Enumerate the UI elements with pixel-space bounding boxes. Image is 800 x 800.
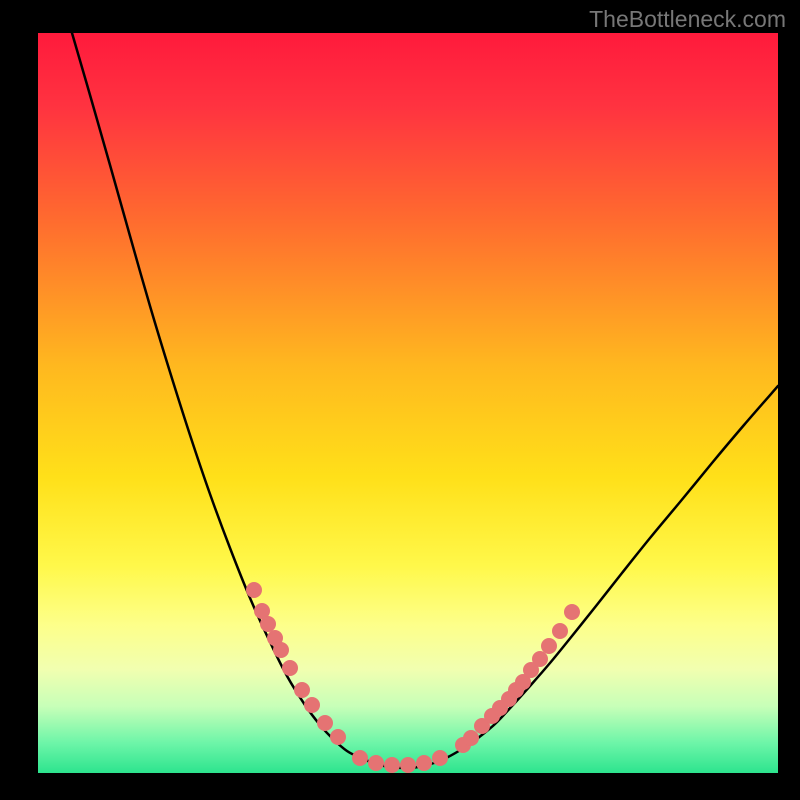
chart-container: TheBottleneck.com <box>0 0 800 800</box>
data-point <box>541 638 557 654</box>
data-point <box>282 660 298 676</box>
data-point <box>463 730 479 746</box>
data-point <box>352 750 368 766</box>
data-point <box>368 755 384 771</box>
data-point <box>532 651 548 667</box>
data-point <box>304 697 320 713</box>
data-point <box>416 755 432 771</box>
data-point <box>432 750 448 766</box>
data-point <box>317 715 333 731</box>
data-point <box>400 757 416 773</box>
data-point <box>330 729 346 745</box>
data-point <box>552 623 568 639</box>
data-point <box>564 604 580 620</box>
data-point <box>384 757 400 773</box>
data-point <box>246 582 262 598</box>
plot-background <box>38 33 778 773</box>
data-point <box>294 682 310 698</box>
data-point <box>260 616 276 632</box>
watermark-text: TheBottleneck.com <box>589 6 786 33</box>
data-point <box>273 642 289 658</box>
bottleneck-chart <box>0 0 800 800</box>
